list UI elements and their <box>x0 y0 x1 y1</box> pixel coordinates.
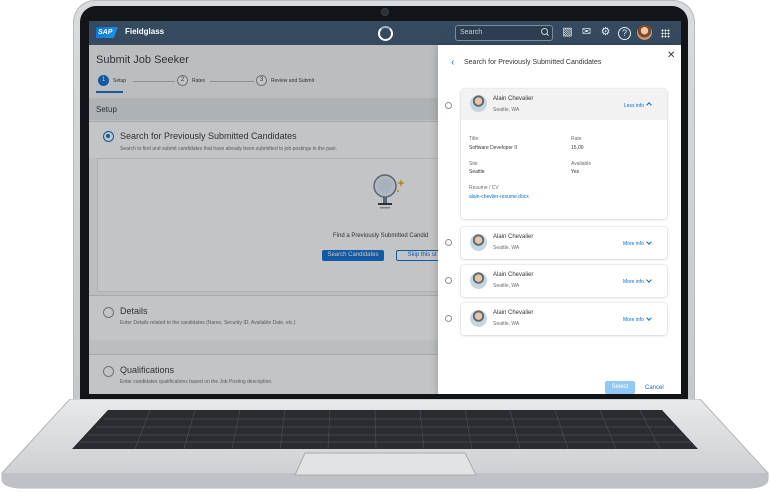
avatar <box>470 272 487 289</box>
avatar <box>470 310 487 327</box>
chevron-down-icon <box>646 277 652 283</box>
detail-value: Yes <box>571 169 580 175</box>
more-info-link[interactable]: More info <box>623 315 652 323</box>
candidate-location: Seattle, WA <box>493 283 520 289</box>
laptop-keyboard-base <box>1 399 769 489</box>
more-info-link[interactable]: More info <box>623 239 652 247</box>
avatar <box>470 234 487 251</box>
chevron-down-icon <box>646 239 652 245</box>
detail-label: Available <box>571 161 592 167</box>
more-info-link[interactable]: More info <box>623 277 652 285</box>
candidate-name: Alain Chevalier <box>493 310 534 316</box>
detail-label: Site <box>469 161 478 167</box>
modal-overlay[interactable] <box>89 45 438 394</box>
grid-icon[interactable] <box>661 29 670 38</box>
avatar[interactable] <box>637 25 652 40</box>
candidate-name: Alain Chevalier <box>493 96 534 102</box>
detail-label: Title <box>469 136 479 142</box>
candidate-name: Alain Chevalier <box>493 234 534 240</box>
candidate-location: Seattle, WA <box>493 245 520 251</box>
candidate-radio[interactable] <box>445 277 452 284</box>
camera-icon <box>382 9 388 15</box>
candidate-location: Seattle, WA <box>493 321 520 327</box>
help-icon[interactable]: ? <box>618 27 631 40</box>
panel-title: Search for Previously Submitted Candidat… <box>464 59 602 66</box>
chevron-left-icon[interactable]: ‹ <box>451 57 454 68</box>
less-info-link[interactable]: Less info <box>624 102 652 109</box>
mail-icon[interactable]: ✉ <box>580 26 593 39</box>
select-button[interactable]: Select <box>605 381 635 394</box>
chevron-down-icon <box>646 315 652 321</box>
chevron-up-icon <box>646 102 652 108</box>
avatar <box>470 95 487 112</box>
candidate-location: Seattle, WA <box>493 107 520 113</box>
gear-icon[interactable]: ⚙ <box>599 26 612 39</box>
candidate-radio[interactable] <box>445 102 452 109</box>
cancel-button[interactable]: Cancel <box>645 385 664 391</box>
resume-link[interactable]: alain-chevlier-resume.docx <box>469 194 529 200</box>
detail-value: Seattle <box>469 169 485 175</box>
search-icon[interactable] <box>541 28 548 35</box>
detail-label: Resume / CV <box>469 185 499 191</box>
detail-value: 15,00 <box>571 145 584 151</box>
close-icon[interactable]: ✕ <box>667 50 675 61</box>
search-input[interactable]: Search <box>455 25 553 41</box>
candidate-name: Alain Chevalier <box>493 272 534 278</box>
product-name: Fieldglass <box>125 27 165 36</box>
candidate-radio[interactable] <box>445 315 452 322</box>
loading-indicator-icon <box>378 26 393 41</box>
detail-label: Rate <box>571 136 582 142</box>
clipboard-icon[interactable]: ▧ <box>561 26 574 39</box>
detail-value: Software Developer II <box>469 145 518 151</box>
app-screen: SAP Fieldglass Search ▧ ✉ ⚙ ? Submit Job… <box>89 21 681 394</box>
candidate-radio[interactable] <box>445 239 452 246</box>
